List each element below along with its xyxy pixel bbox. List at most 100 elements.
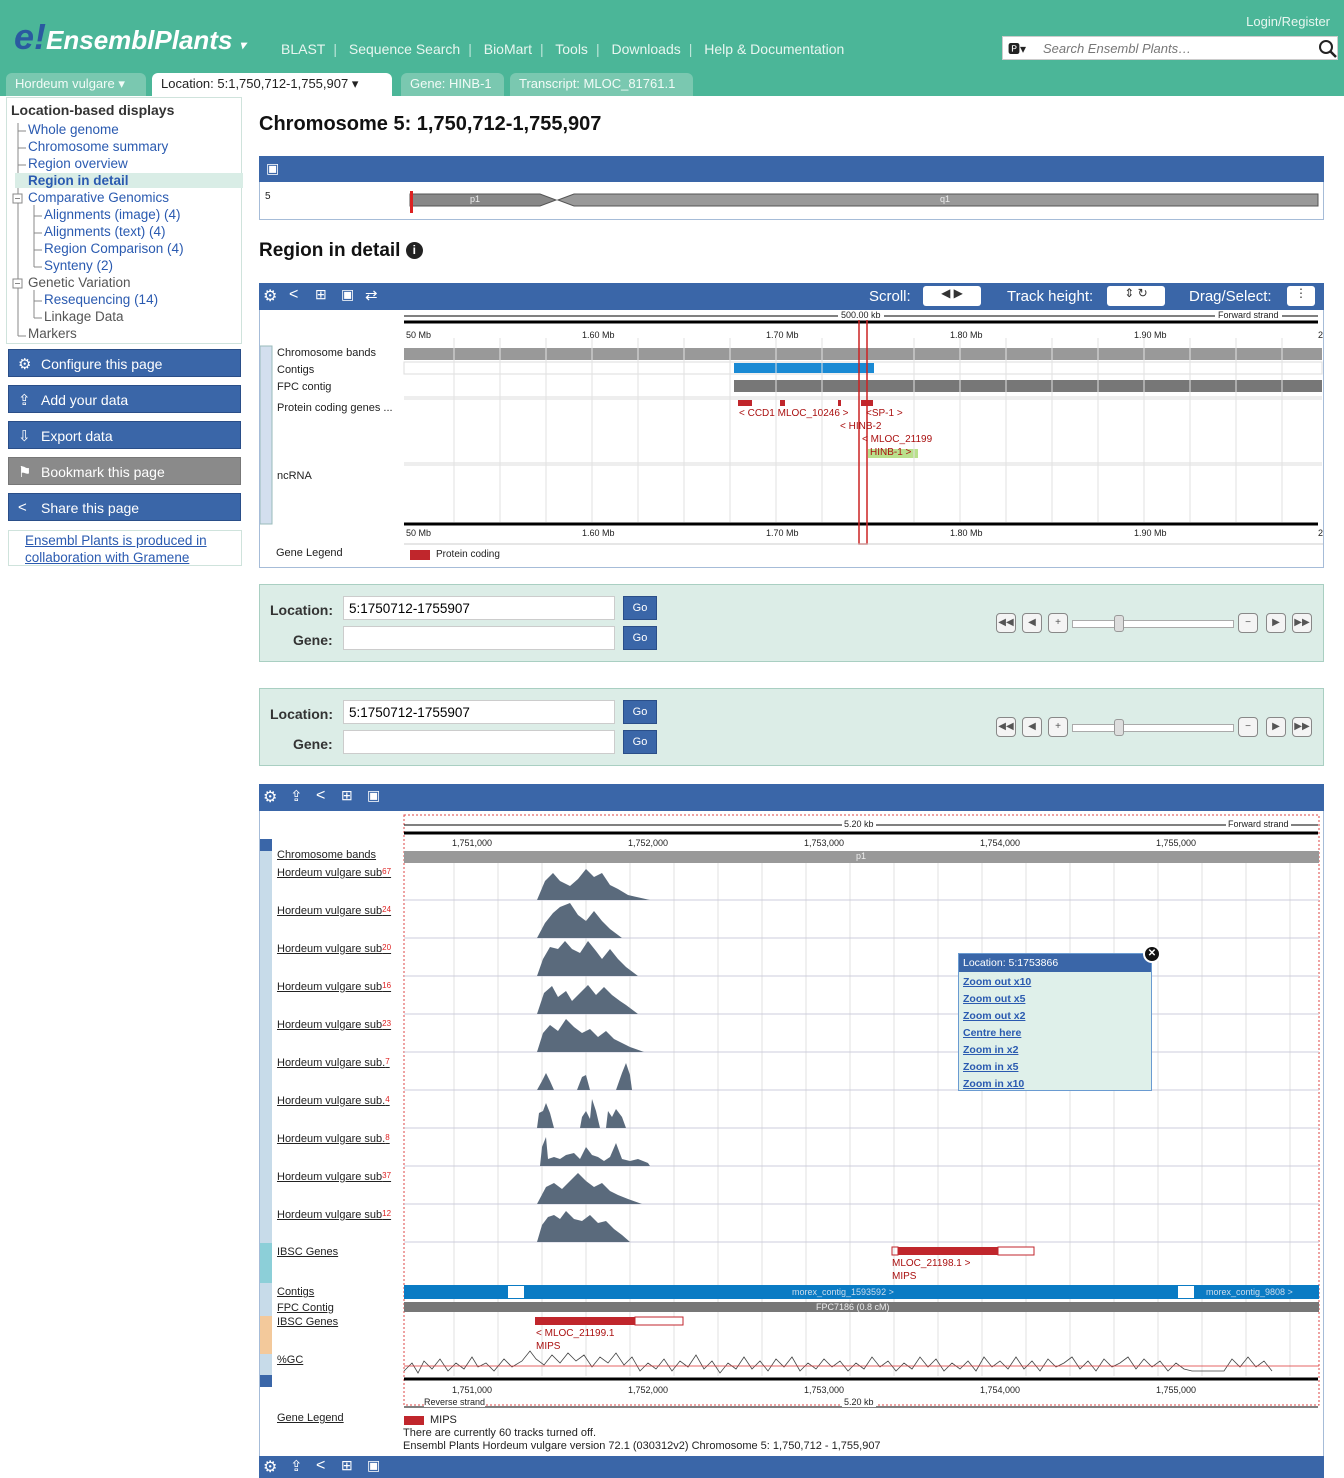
det-track-hv-10[interactable]: Hordeum vulgare sub12 [277,1209,391,1221]
zoom-in-icon[interactable]: + [1048,613,1068,633]
share-icon[interactable]: < [316,787,325,805]
zoom-in-x2[interactable]: Zoom in x2 [963,1044,1018,1056]
ov-gene-ccd1[interactable]: < CCD1 MLOC_10246 > [739,408,849,419]
logo[interactable]: e!EnsemblPlants ▾ [14,16,246,58]
zoom-out-x2[interactable]: Zoom out x2 [963,1010,1025,1022]
bookmark-page-button[interactable]: ⚑ Bookmark this page [8,457,241,485]
tab-gene[interactable]: Gene: HINB-1 [401,73,504,96]
det-track-hv-7[interactable]: Hordeum vulgare sub.4 [277,1095,390,1107]
nav-sequence-search[interactable]: Sequence Search [349,41,460,57]
zoom-slider-1[interactable]: ◀◀ ◀ + − ▶ ▶▶ [996,611,1312,635]
step-forward-icon[interactable]: ▶ [1266,613,1286,633]
det-track-chrom-bands[interactable]: Chromosome bands [277,849,376,861]
nav-help[interactable]: Help & Documentation [704,41,844,57]
zoom-slider-2[interactable]: ◀◀ ◀ + − ▶ ▶▶ [996,715,1312,739]
tab-transcript[interactable]: Transcript: MLOC_81761.1 [510,73,693,96]
tab-location[interactable]: Location: 5:1,750,712-1,755,907 ▾ [152,73,392,96]
search-icon[interactable] [1318,39,1338,59]
gene-input-1[interactable] [343,626,615,650]
nav-blast[interactable]: BLAST [281,41,325,57]
gramene-credit-link[interactable]: Ensembl Plants is produced in collaborat… [8,530,242,566]
location-input-2[interactable] [343,700,615,724]
zoom-in-x5[interactable]: Zoom in x5 [963,1061,1018,1073]
nav-resequencing[interactable]: Resequencing (14) [44,292,158,307]
det-track-hv-3[interactable]: Hordeum vulgare sub20 [277,943,391,955]
fpc-contig-label[interactable]: FPC7186 (0.8 cM) [816,1302,890,1312]
resize-icon[interactable]: ⊞ [341,787,353,804]
export-image-icon[interactable]: ▣ [367,787,380,804]
gene-go-button-2[interactable]: Go [623,730,657,754]
location-input-1[interactable] [343,596,615,620]
contig-9808[interactable]: morex_contig_9808 > [1206,1287,1293,1297]
resize-icon[interactable]: ⊞ [341,1457,353,1474]
zoom-out-x10[interactable]: Zoom out x10 [963,976,1031,988]
search-input[interactable]: Search Ensembl Plants… [1043,41,1191,56]
nav-comparative-genomics[interactable]: Comparative Genomics [28,190,169,205]
location-go-button-1[interactable]: Go [623,596,657,620]
step-back-icon[interactable]: ◀ [1022,717,1042,737]
ov-gene-mloc21199[interactable]: < MLOC_21199 [862,434,932,445]
nav-region-comparison[interactable]: Region Comparison (4) [44,241,184,256]
gene-go-button-1[interactable]: Go [623,626,657,650]
nav-alignments-image[interactable]: Alignments (image) (4) [44,207,181,222]
export-data-button[interactable]: ⇩ Export data [8,421,241,449]
ov-gene-hinb1[interactable]: HINB-1 > [870,447,911,458]
track-height-buttons[interactable]: ⇕ ↻ [1107,286,1165,306]
reset-icon[interactable]: ⇄ [365,286,378,304]
scroll-buttons[interactable]: ◀ ▶ [923,286,981,306]
add-track-icon[interactable]: ⇪ [290,1457,303,1475]
share-icon[interactable]: < [316,1457,325,1475]
step-forward-icon[interactable]: ▶ [1266,717,1286,737]
chromosome-ideogram[interactable] [260,182,1323,218]
jump-back-icon[interactable]: ◀◀ [996,613,1016,633]
tab-species[interactable]: Hordeum vulgare ▾ [6,73,146,96]
jump-back-icon[interactable]: ◀◀ [996,717,1016,737]
step-back-icon[interactable]: ◀ [1022,613,1042,633]
contig-1593592[interactable]: morex_contig_1593592 > [792,1287,894,1297]
configure-page-button[interactable]: ⚙ Configure this page [8,349,241,377]
zoom-handle[interactable] [1114,615,1124,632]
search-filter-icon[interactable]: 🅿▾ [1008,40,1026,57]
nav-tools[interactable]: Tools [555,41,588,57]
centre-here[interactable]: Centre here [963,1027,1021,1039]
export-image-icon[interactable]: ▣ [341,286,354,303]
det-track-contigs[interactable]: Contigs [277,1286,314,1298]
nav-region-overview[interactable]: Region overview [28,156,128,171]
drag-select-toggle[interactable]: ⋮ [1287,286,1315,306]
gene-input-2[interactable] [343,730,615,754]
det-track-ibsc-rev[interactable]: IBSC Genes [277,1316,338,1328]
zoom-track[interactable] [1072,724,1234,732]
det-track-gc[interactable]: %GC [277,1354,303,1366]
login-link[interactable]: Login/Register [1246,14,1330,29]
species-dropdown-icon[interactable]: ▾ [240,38,246,52]
share-page-button[interactable]: < Share this page [8,493,241,521]
ov-gene-sp1[interactable]: <SP-1 > [866,408,903,419]
nav-biomart[interactable]: BioMart [484,41,532,57]
add-data-button[interactable]: ⇪ Add your data [8,385,241,413]
det-track-hv-1[interactable]: Hordeum vulgare sub67 [277,867,391,879]
nav-region-in-detail[interactable]: Region in detail [15,173,243,188]
share-icon[interactable]: < [289,286,298,304]
zoom-out-icon[interactable]: − [1238,717,1258,737]
configure-track-gear-icon[interactable]: ⚙ [263,787,277,807]
nav-downloads[interactable]: Downloads [611,41,680,57]
det-track-hv-8[interactable]: Hordeum vulgare sub.8 [277,1133,390,1145]
zoom-out-icon[interactable]: − [1238,613,1258,633]
search-box[interactable]: 🅿▾ Search Ensembl Plants… [1002,36,1338,60]
nav-whole-genome[interactable]: Whole genome [28,122,119,137]
configure-track-gear-icon[interactable]: ⚙ [263,1457,277,1477]
det-track-hv-2[interactable]: Hordeum vulgare sub24 [277,905,391,917]
export-image-icon[interactable]: ▣ [367,1457,380,1474]
det-track-hv-6[interactable]: Hordeum vulgare sub.7 [277,1057,390,1069]
det-track-hv-4[interactable]: Hordeum vulgare sub16 [277,981,391,993]
zoom-track[interactable] [1072,620,1234,628]
nav-genetic-variation[interactable]: Genetic Variation [28,275,131,290]
image-export-icon[interactable]: ▣ [266,160,279,177]
det-track-ibsc-fwd[interactable]: IBSC Genes [277,1246,338,1258]
info-icon[interactable]: i [405,242,423,259]
ov-gene-hinb2[interactable]: < HINB-2 [840,421,881,432]
zoom-in-x10[interactable]: Zoom in x10 [963,1078,1024,1090]
gene-mloc21198[interactable]: MLOC_21198.1 > [892,1258,970,1269]
nav-alignments-text[interactable]: Alignments (text) (4) [44,224,166,239]
configure-track-gear-icon[interactable]: ⚙ [263,286,277,306]
